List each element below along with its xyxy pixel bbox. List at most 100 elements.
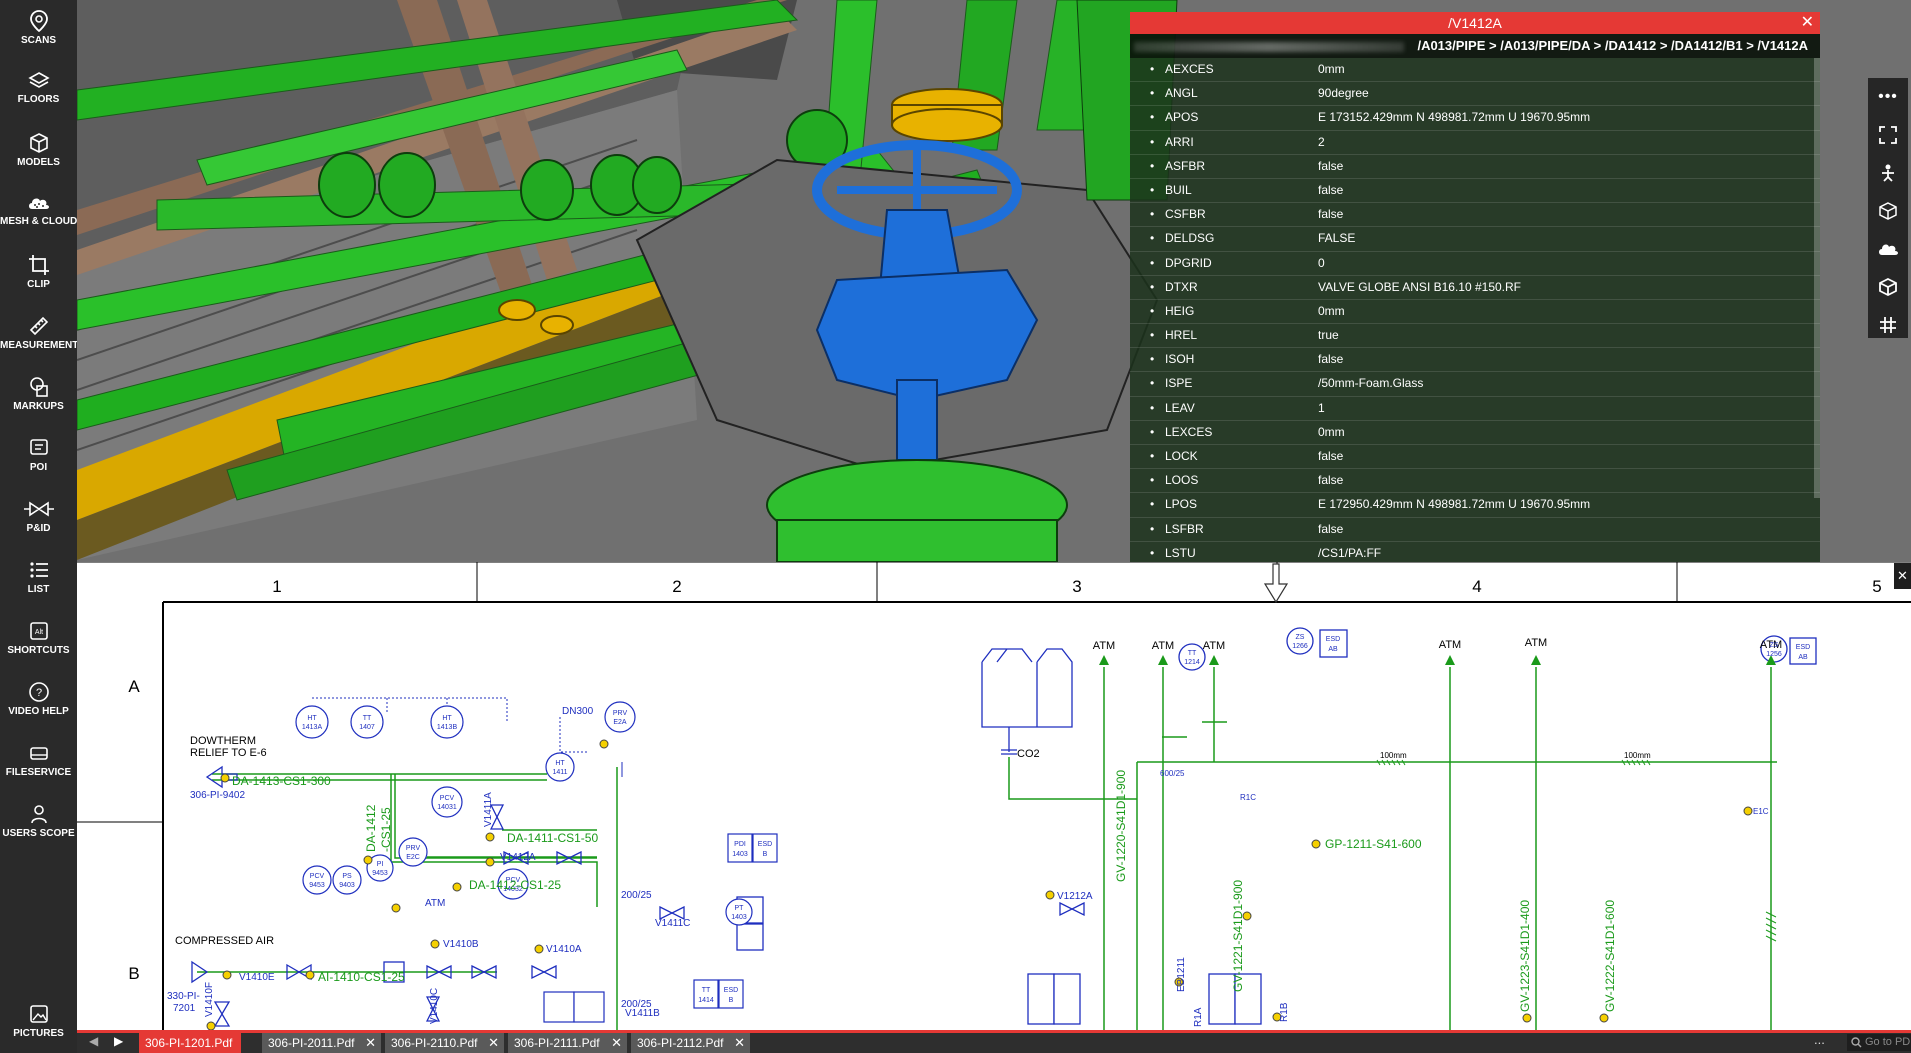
property-row[interactable]: • DELDSG FALSE — [1130, 227, 1820, 252]
more-button[interactable]: ••• — [1868, 78, 1908, 116]
sidebar-item-scans[interactable]: SCANS — [0, 0, 77, 60]
property-row[interactable]: • DTXR VALVE GLOBE ANSI B16.10 #150.RF — [1130, 276, 1820, 300]
sidebar-item-floors[interactable]: FLOORS — [0, 61, 77, 121]
property-row[interactable]: • BUIL false — [1130, 179, 1820, 204]
sidebar-item-shortcuts[interactable]: Alt SHORTCUTS — [0, 610, 77, 670]
bullet: • — [1150, 182, 1155, 197]
bullet: • — [1150, 352, 1155, 367]
grid-button[interactable] — [1868, 306, 1908, 344]
property-row[interactable]: • DPGRID 0 — [1130, 252, 1820, 276]
property-row[interactable]: • LSTU/CS1/PA:FF — [1130, 542, 1820, 562]
tag-label: R1C — [1240, 793, 1256, 802]
sidebar-item-users-scope[interactable]: USERS SCOPE — [0, 793, 77, 853]
tab-306-pi-2110[interactable]: 306-PI-2110.Pdf ✕ — [385, 1033, 504, 1053]
property-row[interactable]: • ISOH false — [1130, 348, 1820, 373]
poi-icon — [29, 439, 48, 455]
atm-label: ATM — [425, 898, 445, 909]
close-icon[interactable]: ✕ — [734, 1033, 745, 1053]
sidebar-item-pid[interactable]: P&ID — [0, 488, 77, 548]
sidebar-item-clip[interactable]: CLIP — [0, 244, 77, 304]
fullscreen-icon — [1879, 126, 1897, 144]
bullet: • — [1150, 521, 1155, 536]
tab-306-pi-2011[interactable]: 306-PI-2011.Pdf ✕ — [262, 1033, 381, 1053]
properties-scrollbar[interactable] — [1814, 58, 1820, 498]
sidebar-item-pictures[interactable]: PICTURES — [0, 993, 77, 1053]
property-row[interactable]: • HREL true — [1130, 324, 1820, 349]
property-row[interactable]: • LEXCES 0mm — [1130, 421, 1820, 445]
property-row[interactable]: • ANGL 90degree — [1130, 82, 1820, 107]
property-value: 1 — [1318, 400, 1325, 415]
property-row[interactable]: • LEAV 1 — [1130, 397, 1820, 421]
svg-text:?: ? — [35, 687, 41, 699]
property-row[interactable]: • LOCK false — [1130, 445, 1820, 470]
instrument-tag: PRV — [613, 710, 628, 717]
close-icon[interactable]: ✕ — [1801, 12, 1814, 34]
property-row[interactable]: • ASFBR false — [1130, 155, 1820, 179]
sidebar-item-models[interactable]: MODELS — [0, 122, 77, 182]
breadcrumb-item[interactable]: /A013/PIPE — [1417, 38, 1485, 53]
property-row[interactable]: • APOS E 173152.429mm N 498981.72mm U 1967… — [1130, 106, 1820, 131]
property-key: LSTU — [1165, 545, 1196, 560]
box-view-button[interactable] — [1868, 192, 1908, 230]
next-tab-icon[interactable]: ▶ — [114, 1034, 123, 1048]
grid-col-label: 3 — [1072, 577, 1081, 596]
close-icon[interactable]: ✕ — [611, 1033, 622, 1053]
sidebar-item-fileservice[interactable]: FILESERVICE — [0, 732, 77, 792]
more-tabs-button[interactable]: ... — [1814, 1032, 1825, 1047]
property-key: APOS — [1165, 110, 1199, 125]
person-view-button[interactable] — [1868, 154, 1908, 192]
cloud-button[interactable] — [1868, 230, 1908, 268]
breadcrumb-item-current[interactable]: /V1412A — [1757, 38, 1808, 53]
close-icon[interactable]: ✕ — [365, 1033, 376, 1053]
cube-icon — [29, 133, 48, 153]
prev-tab-icon[interactable]: ◀ — [89, 1034, 98, 1048]
fullscreen-button[interactable] — [1868, 116, 1908, 154]
property-value: false — [1318, 449, 1344, 463]
sidebar-item-list[interactable]: LIST — [0, 549, 77, 609]
tab-306-pi-1201[interactable]: 306-PI-1201.Pdf — [139, 1033, 241, 1053]
close-icon[interactable]: ✕ — [488, 1033, 499, 1053]
bullet: • — [1150, 255, 1155, 270]
atm-label: ATM — [1152, 640, 1174, 652]
property-value: true — [1318, 328, 1339, 343]
breadcrumb-item[interactable]: /DA1412 — [1605, 38, 1656, 53]
drive-icon — [29, 747, 48, 760]
bullet: • — [1150, 279, 1155, 294]
breadcrumb-item[interactable]: /DA1412/B1 — [1671, 38, 1743, 53]
instrument-tag: 1403 — [731, 914, 747, 921]
property-value: E 172950.429mm N 498981.72mm U 19670.95m… — [1318, 497, 1591, 512]
goto-placeholder: Go to PDF... — [1865, 1036, 1911, 1048]
model-button[interactable] — [1868, 268, 1908, 306]
instrument-tag: E2A — [613, 719, 627, 726]
property-row[interactable]: • ARRI 2 — [1130, 131, 1820, 155]
sidebar-item-markups[interactable]: MARKUPS — [0, 366, 77, 426]
sidebar-item-poi[interactable]: POI — [0, 427, 77, 487]
property-row[interactable]: • ISPE/50mm-Foam.Glass — [1130, 372, 1820, 397]
sidebar-item-measurements[interactable]: MEASUREMENTS — [0, 305, 85, 365]
property-key: AEXCES — [1165, 62, 1214, 76]
instrument-tag: PDI — [734, 841, 746, 848]
breadcrumb-item[interactable]: /A013/PIPE/DA — [1500, 38, 1590, 53]
property-row[interactable]: • LOOS false — [1130, 469, 1820, 494]
property-value: 0mm — [1318, 303, 1345, 318]
sidebar-item-video-help[interactable]: ? VIDEO HELP — [0, 671, 77, 731]
tab-306-pi-2112[interactable]: 306-PI-2112.Pdf ✕ — [631, 1033, 750, 1053]
pdf-close-button[interactable]: ✕ — [1894, 563, 1911, 589]
property-value: false — [1318, 158, 1344, 173]
property-row[interactable]: • HEIG 0mm — [1130, 300, 1820, 325]
tab-306-pi-2111[interactable]: 306-PI-2111.Pdf ✕ — [508, 1033, 627, 1053]
line-label: AI-1410-CS1-25 — [318, 970, 405, 984]
pdf-viewer[interactable]: 1 2 3 4 5 A B HT 1413A TT 1407 HT 1413B … — [77, 562, 1911, 1030]
instrument-tag: B — [763, 851, 768, 858]
goto-pdf-input[interactable]: Go to PDF... — [1847, 1034, 1911, 1051]
pid-drawing[interactable]: 1 2 3 4 5 A B HT 1413A TT 1407 HT 1413B … — [77, 562, 1911, 1030]
instrument-tag: 9403 — [339, 882, 355, 889]
property-row[interactable]: • LPOS E 172950.429mm N 498981.72mm U 1967… — [1130, 493, 1820, 518]
tag-label: EB1211 — [1176, 957, 1187, 992]
property-row[interactable]: • AEXCES 0mm — [1130, 58, 1820, 83]
property-key: DPGRID — [1165, 255, 1212, 270]
property-row[interactable]: • LSFBR false — [1130, 518, 1820, 542]
property-row[interactable]: • CSFBR false — [1130, 203, 1820, 228]
bullet: • — [1150, 497, 1155, 512]
sidebar-item-mesh-cloud[interactable]: MESH & CLOUD — [0, 183, 77, 243]
